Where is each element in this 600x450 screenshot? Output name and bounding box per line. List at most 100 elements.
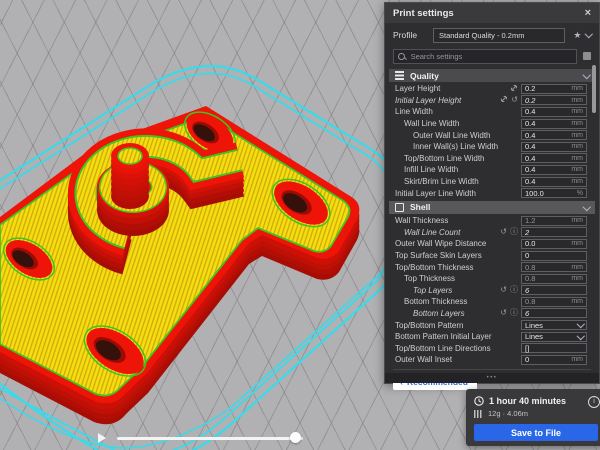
setting-value-top-surface-skin-layers[interactable]: 0 bbox=[521, 251, 587, 261]
setting-value-top-bottom-line-width[interactable]: 0.4mm bbox=[521, 153, 587, 163]
setting-value-wall-line-count[interactable]: 2 bbox=[521, 227, 587, 237]
setting-label: Top Surface Skin Layers bbox=[395, 251, 482, 260]
setting-label: Initial Layer Line Width bbox=[395, 189, 476, 198]
chevron-down-icon bbox=[576, 332, 584, 340]
setting-row-outer-wall-inset: Outer Wall Inset 0mm bbox=[385, 354, 599, 366]
favorite-star-icon[interactable]: ★ bbox=[573, 30, 581, 41]
setting-value-outer-wall-wipe-distance[interactable]: 0.0mm bbox=[521, 239, 587, 249]
profile-dropdown[interactable]: Standard Quality - 0.2mm bbox=[433, 28, 565, 43]
setting-label: Outer Wall Inset bbox=[395, 355, 452, 364]
setting-label: Line Width bbox=[395, 107, 433, 116]
setting-row-top-surface-skin-layers: Top Surface Skin Layers 0 bbox=[385, 250, 599, 262]
settings-filter-icon[interactable] bbox=[583, 52, 591, 60]
quality-icon bbox=[395, 71, 404, 80]
setting-value-layer-height[interactable]: 0.2mm bbox=[521, 84, 587, 94]
setting-label: Bottom Thickness bbox=[404, 297, 467, 306]
search-box[interactable] bbox=[393, 49, 577, 64]
setting-row-bottom-thickness: Bottom Thickness 0.8mm bbox=[385, 296, 599, 308]
setting-row-line-width: Line Width 0.4mm bbox=[385, 106, 599, 118]
revert-icon[interactable]: ↺ bbox=[500, 286, 507, 294]
setting-value-wall-line-width[interactable]: 0.4mm bbox=[521, 119, 587, 129]
chevron-down-icon bbox=[582, 203, 590, 211]
setting-row-skirt-brim-line-width: Skirt/Brim Line Width0.4mm bbox=[385, 176, 599, 188]
setting-row-infill-line-width: Infill Line Width 0.4mm bbox=[385, 164, 599, 176]
setting-label: Bottom Layers bbox=[413, 309, 465, 318]
search-input[interactable] bbox=[409, 51, 572, 62]
setting-row-wall-line-count: Wall Line Count ↺ⓘ2 bbox=[385, 227, 599, 239]
chevron-down-icon[interactable] bbox=[584, 30, 592, 38]
setting-value-skirt-brim-line-width[interactable]: 0.4mm bbox=[521, 177, 587, 187]
setting-label: Top Thickness bbox=[404, 274, 455, 283]
setting-value-top-bottom-thickness[interactable]: 0.8mm bbox=[521, 262, 587, 272]
setting-label: Layer Height bbox=[395, 84, 440, 93]
panel-title: Print settings bbox=[393, 8, 585, 19]
drag-handle-icon[interactable]: ••• bbox=[487, 375, 498, 381]
link-icon[interactable] bbox=[510, 84, 518, 94]
settings-list: QualityLayer Height0.2mmInitial Layer He… bbox=[385, 69, 599, 366]
divider bbox=[393, 369, 591, 370]
setting-value-initial-layer-height[interactable]: 0.2mm bbox=[521, 95, 587, 105]
setting-value-top-bottom-line-directions[interactable]: [] bbox=[521, 343, 587, 353]
play-button[interactable] bbox=[98, 433, 106, 443]
panel-resize-strip: ••• bbox=[385, 373, 599, 383]
info-icon[interactable]: ⓘ bbox=[510, 286, 518, 294]
setting-value-bottom-thickness[interactable]: 0.8mm bbox=[521, 297, 587, 307]
layer-slider-track[interactable] bbox=[117, 437, 303, 440]
setting-row-wall-thickness: Wall Thickness 1.2mm bbox=[385, 215, 599, 227]
clock-icon bbox=[474, 396, 484, 406]
setting-row-bottom-layers: Bottom Layers ↺ⓘ6 bbox=[385, 308, 599, 320]
setting-label: Wall Thickness bbox=[395, 216, 448, 225]
info-icon[interactable]: i bbox=[588, 396, 600, 408]
setting-label: Outer Wall Line Width bbox=[413, 131, 491, 140]
setting-value-outer-wall-line-width[interactable]: 0.4mm bbox=[521, 130, 587, 140]
setting-value-line-width[interactable]: 0.4mm bbox=[521, 107, 587, 117]
setting-dropdown-bottom-pattern-initial-layer[interactable]: Lines bbox=[521, 332, 587, 342]
revert-icon[interactable]: ↺ bbox=[500, 228, 507, 236]
setting-row-bottom-pattern-initial-layer: Bottom Pattern Initial Layer Lines bbox=[385, 331, 599, 343]
setting-row-top-bottom-pattern: Top/Bottom Pattern Lines bbox=[385, 319, 599, 331]
setting-label: Wall Line Count bbox=[404, 228, 460, 237]
setting-row-top-bottom-line-width: Top/Bottom Line Width 0.4mm bbox=[385, 153, 599, 165]
setting-label: Top/Bottom Thickness bbox=[395, 263, 474, 272]
setting-label: Infill Line Width bbox=[404, 165, 458, 174]
search-row bbox=[393, 49, 591, 63]
filament-icon bbox=[474, 410, 483, 418]
profile-value: Standard Quality - 0.2mm bbox=[439, 31, 524, 40]
setting-value-initial-layer-line-width[interactable]: 100.0% bbox=[521, 188, 587, 198]
info-icon[interactable]: ⓘ bbox=[510, 309, 518, 317]
link-icon[interactable] bbox=[500, 95, 508, 105]
setting-value-top-layers[interactable]: 6 bbox=[521, 285, 587, 295]
section-header-quality[interactable]: Quality bbox=[389, 69, 595, 82]
revert-icon[interactable]: ↺ bbox=[511, 96, 518, 104]
search-icon bbox=[398, 53, 405, 60]
panel-titlebar: Print settings × bbox=[385, 3, 599, 23]
setting-value-inner-wall-s-line-width[interactable]: 0.4mm bbox=[521, 142, 587, 152]
setting-row-top-bottom-line-directions: Top/Bottom Line Directions [] bbox=[385, 342, 599, 354]
setting-row-outer-wall-line-width: Outer Wall Line Width 0.4mm bbox=[385, 129, 599, 141]
setting-dropdown-top-bottom-pattern[interactable]: Lines bbox=[521, 320, 587, 330]
print-time: 1 hour 40 minutes bbox=[489, 396, 566, 406]
setting-label: Wall Line Width bbox=[404, 119, 459, 128]
setting-row-inner-wall-s-line-width: Inner Wall(s) Line Width 0.4mm bbox=[385, 141, 599, 153]
setting-label: Top/Bottom Line Directions bbox=[395, 344, 491, 353]
setting-label: Top/Bottom Pattern bbox=[395, 321, 463, 330]
setting-label: Top/Bottom Line Width bbox=[404, 154, 484, 163]
chevron-down-icon bbox=[582, 71, 590, 79]
setting-value-infill-line-width[interactable]: 0.4mm bbox=[521, 165, 587, 175]
setting-label: Inner Wall(s) Line Width bbox=[413, 142, 498, 151]
layer-slider-handle[interactable] bbox=[290, 432, 301, 443]
info-icon[interactable]: ⓘ bbox=[510, 228, 518, 236]
setting-value-bottom-layers[interactable]: 6 bbox=[521, 308, 587, 318]
save-to-file-button[interactable]: Save to File bbox=[474, 424, 598, 441]
section-header-shell[interactable]: Shell bbox=[389, 201, 595, 214]
revert-icon[interactable]: ↺ bbox=[500, 309, 507, 317]
time-row: 1 hour 40 minutes i bbox=[474, 396, 598, 406]
scrollbar-thumb[interactable] bbox=[592, 65, 596, 113]
setting-label: Bottom Pattern Initial Layer bbox=[395, 332, 492, 341]
setting-row-top-thickness: Top Thickness 0.8mm bbox=[385, 273, 599, 285]
close-icon[interactable]: × bbox=[585, 8, 591, 19]
setting-value-top-thickness[interactable]: 0.8mm bbox=[521, 274, 587, 284]
setting-value-outer-wall-inset[interactable]: 0mm bbox=[521, 355, 587, 365]
setting-value-wall-thickness[interactable]: 1.2mm bbox=[521, 216, 587, 226]
setting-row-layer-height: Layer Height 0.2mm bbox=[385, 83, 599, 95]
